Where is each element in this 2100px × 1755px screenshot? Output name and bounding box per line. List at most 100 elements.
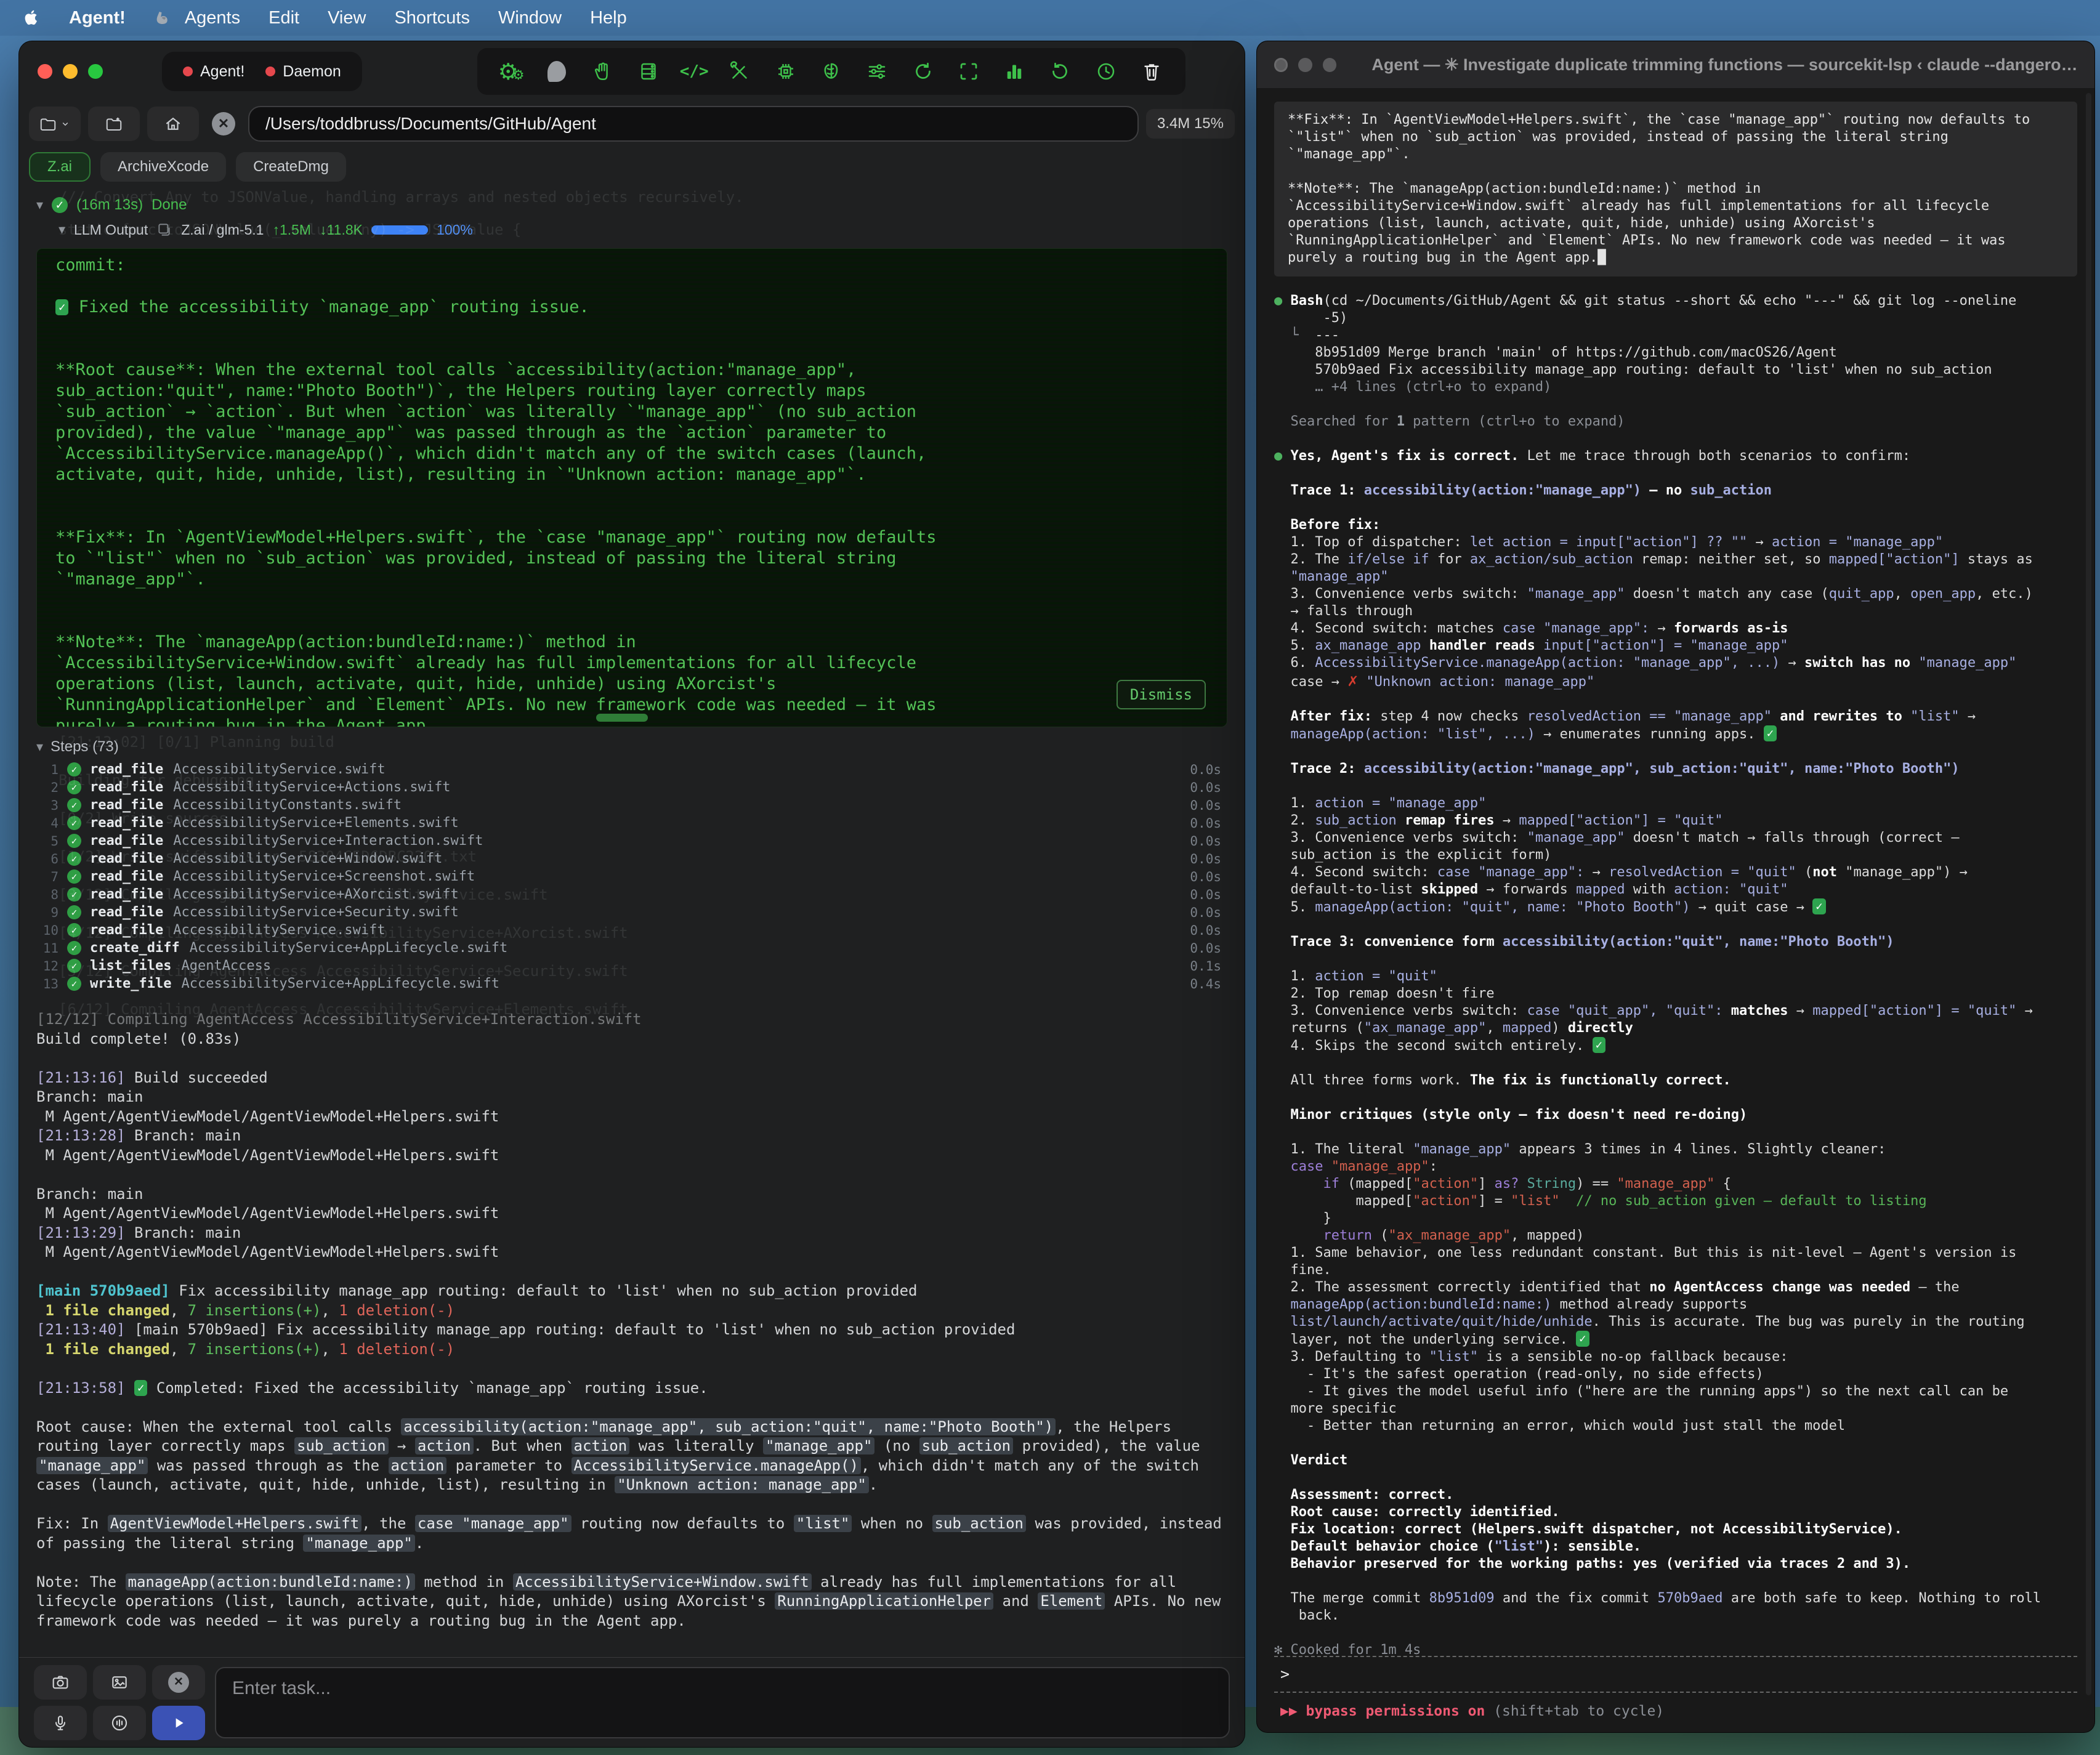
step-check-icon: ✓ [67,834,81,848]
text-line [55,611,1208,632]
step-row[interactable]: 11✓create_diffAccessibilityService+AppLi… [36,939,1227,957]
task-input[interactable]: Enter task... [215,1667,1230,1738]
text-line: -5) [1274,310,2077,327]
step-row[interactable]: 8✓read_fileAccessibilityService+AXorcist… [36,886,1227,903]
tab-createdmg[interactable]: CreateDmg [236,152,346,182]
step-file: AccessibilityService.swift [173,762,385,777]
step-tool: read_file [90,869,163,884]
menu-item-agents[interactable]: Agents [185,8,240,28]
text-line: 1. Top of dispatcher: let action = input… [1274,534,2077,551]
menu-item-view[interactable]: View [328,8,366,28]
tools-icon[interactable] [727,59,752,84]
camera-button[interactable] [34,1665,87,1700]
step-row[interactable]: 1✓read_fileAccessibilityService.swift0.0… [36,760,1227,778]
screenshot-library-button[interactable] [93,1665,146,1700]
step-row[interactable]: 2✓read_fileAccessibilityService+Actions.… [36,778,1227,796]
chevron-down-icon[interactable]: ▾ [36,197,43,213]
code-icon[interactable]: </> [682,59,706,84]
zoom-button[interactable] [1323,58,1336,72]
chevron-down-icon[interactable]: ▾ [36,739,43,755]
menu-item-edit[interactable]: Edit [269,8,299,28]
dismiss-button[interactable]: Dismiss [1117,680,1206,709]
step-file: AccessibilityService+Screenshot.swift [173,869,475,884]
progress-bar [371,225,428,235]
server-icon[interactable] [636,59,661,84]
menu-app-name[interactable]: Agent! [69,8,126,28]
close-button[interactable] [1274,58,1288,72]
text-line [55,506,1208,527]
folder-picker-button[interactable] [29,107,81,141]
text-line: Trace 2: accessibility(action:"manage_ap… [1274,760,2077,778]
text-line: **Fix**: In `AgentViewModel+Helpers.swif… [55,527,1208,548]
step-row[interactable]: 6✓read_fileAccessibilityService+Window.s… [36,850,1227,868]
sync-icon[interactable] [911,59,935,84]
text-line: M Agent/AgentViewModel/AgentViewModel+He… [36,1204,1227,1224]
close-button[interactable] [38,64,52,79]
step-check-icon: ✓ [67,798,81,812]
step-row[interactable]: 10✓read_fileAccessibilityService.swift0.… [36,921,1227,939]
text-line [1274,1435,2077,1452]
daemon-status-label: Daemon [283,63,341,81]
step-check-icon: ✓ [67,780,81,794]
status-pill: Agent! Daemon [162,52,362,91]
menu-item-window[interactable]: Window [498,8,562,28]
right-title-text: Agent — ✳ Investigate duplicate trimming… [1371,55,2077,75]
menu-item-help[interactable]: Help [590,8,627,28]
run-status-row[interactable]: ▾ ✓ (16m 13s) Done [36,193,1227,217]
frame-capture-icon[interactable] [956,59,981,84]
menu-item-shortcuts[interactable]: Shortcuts [394,8,470,28]
voice-mode-button[interactable] [93,1706,146,1740]
path-row: ✕ /Users/toddbruss/Documents/GitHub/Agen… [19,102,1245,146]
right-scrollbar[interactable] [2086,93,2091,1695]
terminal-lines: commit: ✓ Fixed the accessibility `manag… [55,255,1208,727]
undo-icon[interactable] [1048,59,1072,84]
home-button[interactable] [147,107,199,141]
zoom-button[interactable] [88,64,103,79]
tab-zai[interactable]: Z.ai [29,152,91,182]
agent-status-label: Agent! [200,63,244,81]
history-clock-icon[interactable] [1094,59,1118,84]
text-line: Trace 3: convenience form accessibility(… [1274,934,2077,951]
terminal-scrollbar[interactable] [596,714,648,722]
run-task-button[interactable] [152,1706,205,1740]
step-check-icon: ✓ [67,816,81,830]
text-line: 1. action = "manage_app" [1274,795,2077,812]
step-row[interactable]: 9✓read_fileAccessibilityService+Security… [36,903,1227,921]
step-row[interactable]: 3✓read_fileAccessibilityConstants.swift0… [36,796,1227,814]
chevron-down-icon[interactable]: ▾ [59,222,65,238]
text-line: to `"list"` when no `sub_action` was pro… [55,548,1208,569]
step-row[interactable]: 5✓read_fileAccessibilityService+Interact… [36,832,1227,850]
prompt-input[interactable]: > [1274,1656,2077,1693]
text-line: 4. Skips the second switch entirely. ✓ [1274,1037,2077,1055]
text-line: ● Bash(cd ~/Documents/GitHub/Agent && gi… [1274,292,2077,310]
minimize-button[interactable] [63,64,78,79]
microphone-button[interactable] [34,1706,87,1740]
clear-input-button[interactable]: ✕ [152,1665,205,1700]
llm-output-row[interactable]: ▾ LLM Output Z.ai / glm-5.1 ↑1.5M ↓11.8K… [36,217,1227,242]
bar-chart-icon[interactable] [1002,59,1027,84]
gears-icon[interactable]: ⚙⚙ [499,59,523,84]
step-tool: read_file [90,762,163,777]
steps-header[interactable]: ▾ Steps (73) [36,738,1227,756]
sliders-icon[interactable] [865,59,889,84]
step-row[interactable]: 12✓list_filesAgentAccess0.1s [36,957,1227,975]
text-line: 6. AccessibilityService.manageApp(action… [1274,655,2077,672]
tab-archivexcode[interactable]: ArchiveXcode [100,152,226,182]
hand-icon[interactable] [591,59,615,84]
step-duration: 0.0s [1190,780,1227,795]
minimize-button[interactable] [1298,58,1312,72]
step-row[interactable]: 4✓read_fileAccessibilityService+Elements… [36,814,1227,832]
daemon-status-dot [265,67,275,76]
step-row[interactable]: 7✓read_fileAccessibilityService+Screensh… [36,868,1227,886]
clear-path-button[interactable]: ✕ [206,107,241,141]
chip-icon[interactable] [773,59,798,84]
brain-icon[interactable] [819,59,844,84]
claude-transcript: ● Bash(cd ~/Documents/GitHub/Agent && gi… [1274,292,2077,1659]
step-row[interactable]: 13✓write_fileAccessibilityService+AppLif… [36,975,1227,993]
new-folder-button[interactable] [88,107,140,141]
permissions-footer: ▶▶ bypass permissions on (shift+tab to c… [1274,1693,2077,1722]
chat-bubble-icon[interactable] [544,59,569,84]
trash-icon[interactable] [1139,59,1164,84]
apple-menu-icon[interactable] [22,9,41,27]
path-field[interactable]: /Users/toddbruss/Documents/GitHub/Agent [248,106,1139,142]
